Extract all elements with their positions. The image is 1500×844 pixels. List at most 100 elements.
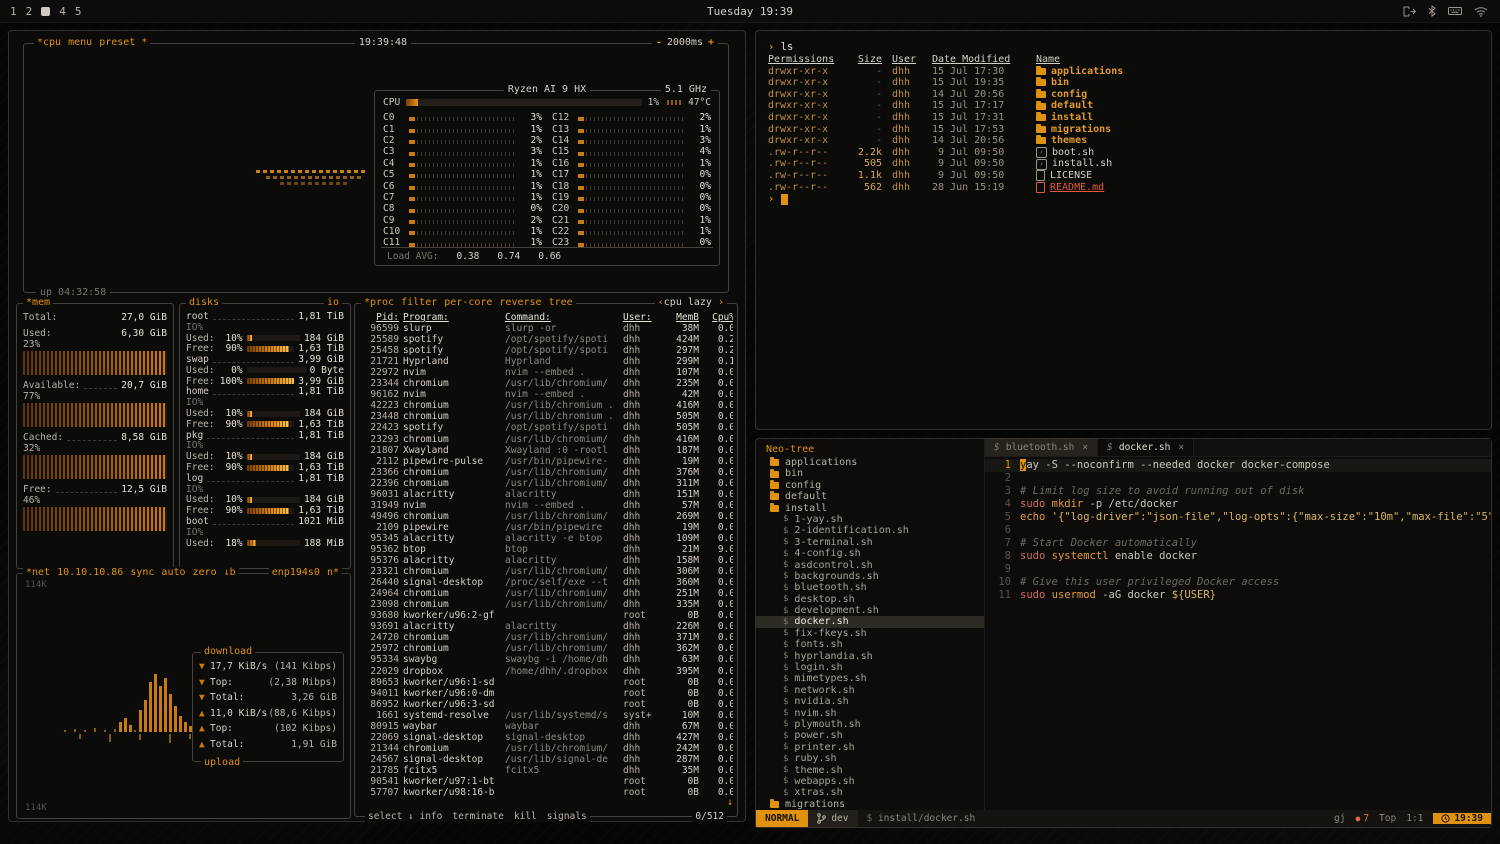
process-row[interactable]: 2112 pipewire-pulse /usr/bin/pipewire- d… bbox=[359, 456, 733, 467]
code-line[interactable]: 7# Start Docker automatically bbox=[985, 537, 1491, 550]
disks-io-toggle[interactable]: io bbox=[324, 297, 342, 308]
workspace-button[interactable]: 4 bbox=[59, 5, 66, 18]
tree-item[interactable]: 1-yay.sh bbox=[756, 514, 984, 525]
process-row[interactable]: 42223 chromium /usr/lib/chromium . dhh 4… bbox=[359, 400, 733, 411]
tree-item[interactable]: printer.sh bbox=[756, 742, 984, 753]
process-row[interactable]: 95376 alacritty alacritty dhh 158M 0.0 bbox=[359, 555, 733, 566]
process-row[interactable]: 96599 slurp slurp -or dhh 38M 0.0 bbox=[359, 323, 733, 334]
process-row[interactable]: 23098 chromium /usr/lib/chromium/ dhh 33… bbox=[359, 599, 733, 610]
net-menu-token[interactable]: 10.10.10.86 bbox=[57, 567, 123, 578]
process-row[interactable]: 21344 chromium /usr/lib/chromium/ dhh 24… bbox=[359, 743, 733, 754]
process-row[interactable]: 25972 chromium /usr/lib/chromium/ dhh 36… bbox=[359, 643, 733, 654]
process-row[interactable]: 95334 swaybg swaybg -i /home/dh dhh 63M … bbox=[359, 654, 733, 665]
terminal-window[interactable]: › ls Permissions Size User Date Modified… bbox=[755, 30, 1492, 430]
tree-item[interactable]: development.sh bbox=[756, 605, 984, 616]
proc-menu-token[interactable]: per-core bbox=[444, 297, 492, 308]
tree-item[interactable]: bin bbox=[756, 468, 984, 479]
process-row[interactable]: 24567 signal-desktop /usr/lib/signal-de … bbox=[359, 754, 733, 765]
process-row[interactable]: 25458 spotify /opt/spotify/spoti dhh 297… bbox=[359, 345, 733, 356]
process-row[interactable]: 80915 waybar waybar dhh 67M 0.0 bbox=[359, 721, 733, 732]
tree-item[interactable]: nvidia.sh bbox=[756, 696, 984, 707]
workspace-button[interactable]: 2 bbox=[26, 5, 33, 18]
process-row[interactable]: 96162 nvim nvim --embed . dhh 42M 0.0 bbox=[359, 389, 733, 400]
process-row[interactable]: 21807 Xwayland Xwayland :0 -rootl dhh 18… bbox=[359, 445, 733, 456]
diagnostics-count[interactable]: 7 bbox=[1355, 813, 1369, 824]
proc-menu-token[interactable]: reverse bbox=[499, 297, 541, 308]
mem-panel-title[interactable]: *mem bbox=[26, 297, 50, 308]
buffer-tab[interactable]: bluetooth.sh × bbox=[985, 439, 1098, 456]
cpu-menu-token[interactable]: menu bbox=[68, 37, 92, 48]
code-line[interactable]: 5echo '{"log-driver":"json-file","log-op… bbox=[985, 511, 1491, 524]
code-line[interactable]: 8sudo systemctl enable docker bbox=[985, 550, 1491, 563]
proc-sort-selector[interactable]: cpu lazy bbox=[655, 297, 727, 308]
tree-item[interactable]: fonts.sh bbox=[756, 639, 984, 650]
process-row[interactable]: 95362 btop btop dhh 21M 9.0 bbox=[359, 544, 733, 555]
code-line[interactable]: 3# Limit log size to avoid running out o… bbox=[985, 485, 1491, 498]
net-menu-token[interactable]: ↓b bbox=[224, 567, 236, 578]
process-row[interactable]: 89653 kworker/u96:1-sd root 0B 0.0 bbox=[359, 677, 733, 688]
code-line[interactable]: 2 bbox=[985, 472, 1491, 485]
tree-item[interactable]: migrations bbox=[756, 799, 984, 810]
cpu-menu-token[interactable]: preset * bbox=[99, 37, 147, 48]
proc-menu-token[interactable]: filter bbox=[401, 297, 437, 308]
process-row[interactable]: 86952 kworker/u96:3-sd root 0B 0.0 bbox=[359, 699, 733, 710]
code-line[interactable]: 9 bbox=[985, 563, 1491, 576]
process-row[interactable]: 21785 fcitx5 fcitx5 dhh 35M 0.0 bbox=[359, 765, 733, 776]
process-row[interactable]: 22396 chromium /usr/lib/chromium/ dhh 31… bbox=[359, 478, 733, 489]
process-row[interactable]: 90541 kworker/u97:1-bt root 0B 0.0 bbox=[359, 776, 733, 787]
process-row[interactable]: 93691 alacritty alacritty dhh 226M 0.0 bbox=[359, 621, 733, 632]
process-row[interactable]: 23344 chromium /usr/lib/chromium/ dhh 23… bbox=[359, 378, 733, 389]
code-line[interactable]: 4sudo mkdir -p /etc/docker bbox=[985, 498, 1491, 511]
net-menu-token[interactable]: auto bbox=[161, 567, 185, 578]
tree-item[interactable]: default bbox=[756, 491, 984, 502]
interval-increase-button[interactable]: + bbox=[708, 37, 714, 48]
net-menu-token[interactable]: sync bbox=[130, 567, 154, 578]
tree-item[interactable]: plymouth.sh bbox=[756, 719, 984, 730]
tree-item[interactable]: asdcontrol.sh bbox=[756, 560, 984, 571]
tree-item[interactable]: fix-fkeys.sh bbox=[756, 628, 984, 639]
code-line[interactable]: 1yay -S --noconfirm --needed docker dock… bbox=[985, 459, 1491, 472]
process-row[interactable]: 1661 systemd-resolve /usr/lib/systemd/s … bbox=[359, 710, 733, 721]
process-row[interactable]: 24720 chromium /usr/lib/chromium/ dhh 37… bbox=[359, 632, 733, 643]
tree-item[interactable]: mimetypes.sh bbox=[756, 673, 984, 684]
process-row[interactable]: 24964 chromium /usr/lib/chromium/ dhh 25… bbox=[359, 588, 733, 599]
net-interface-token[interactable]: enp194s0 bbox=[272, 567, 320, 578]
process-row[interactable]: 31949 nvim nvim --embed . dhh 57M 0.0 bbox=[359, 500, 733, 511]
process-row[interactable]: 23321 chromium /usr/lib/chromium/ dhh 30… bbox=[359, 566, 733, 577]
workspace-button[interactable]: 5 bbox=[75, 5, 82, 18]
bluetooth-icon[interactable] bbox=[1428, 5, 1436, 17]
tree-item[interactable]: 4-config.sh bbox=[756, 548, 984, 559]
process-row[interactable]: 26440 signal-desktop /proc/self/exe --t … bbox=[359, 577, 733, 588]
process-row[interactable]: 95345 alacritty alacritty -e btop dhh 10… bbox=[359, 533, 733, 544]
process-table-header[interactable]: Pid: Program: Command: User: MemB Cpu% bbox=[359, 312, 733, 323]
disks-panel-title[interactable]: disks bbox=[189, 297, 219, 308]
net-menu-token[interactable]: zero bbox=[193, 567, 217, 578]
tree-item[interactable]: xtras.sh bbox=[756, 787, 984, 798]
wifi-icon[interactable] bbox=[1474, 6, 1488, 17]
process-row[interactable]: 23293 chromium /usr/lib/chromium/ dhh 41… bbox=[359, 434, 733, 445]
tree-item[interactable]: login.sh bbox=[756, 662, 984, 673]
process-action-token[interactable]: terminate bbox=[452, 811, 503, 822]
process-row[interactable]: 93680 kworker/u96:2-gf root 0B 0.0 bbox=[359, 610, 733, 621]
process-row[interactable]: 22029 dropbox /home/dhh/.dropbox dhh 395… bbox=[359, 666, 733, 677]
process-row[interactable]: 57707 kworker/u98:16-b root 0B 0.0 bbox=[359, 787, 733, 798]
net-interface-token[interactable]: n* bbox=[327, 567, 339, 578]
tree-item[interactable]: install bbox=[756, 503, 984, 514]
net-menu-token[interactable]: *net bbox=[26, 567, 50, 578]
process-row[interactable]: 22972 nvim nvim --embed . dhh 107M 0.0 bbox=[359, 367, 733, 378]
tree-item[interactable]: 3-terminal.sh bbox=[756, 537, 984, 548]
tree-item[interactable]: ruby.sh bbox=[756, 753, 984, 764]
logout-icon[interactable] bbox=[1403, 6, 1416, 17]
tree-item[interactable]: power.sh bbox=[756, 730, 984, 741]
code-line[interactable]: 11sudo usermod -aG docker ${USER} bbox=[985, 589, 1491, 602]
process-row[interactable]: 21721 Hyprland Hyprland dhh 299M 0.1 bbox=[359, 356, 733, 367]
code-area[interactable]: 1yay -S --noconfirm --needed docker dock… bbox=[985, 457, 1491, 810]
tree-item[interactable]: nvim.sh bbox=[756, 708, 984, 719]
scroll-down-indicator[interactable]: ↓ bbox=[727, 797, 733, 808]
process-row[interactable]: 25589 spotify /opt/spotify/spoti dhh 424… bbox=[359, 334, 733, 345]
workspace-button[interactable]: 1 bbox=[10, 5, 17, 18]
workspace-button[interactable] bbox=[41, 7, 50, 16]
tree-item[interactable]: theme.sh bbox=[756, 765, 984, 776]
close-tab-icon[interactable]: × bbox=[1082, 442, 1088, 453]
process-row[interactable]: 22069 signal-desktop signal-desktop dhh … bbox=[359, 732, 733, 743]
